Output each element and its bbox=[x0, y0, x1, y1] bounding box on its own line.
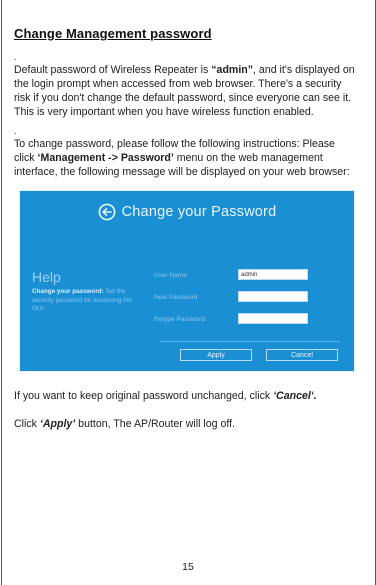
retype-password-field[interactable] bbox=[238, 313, 308, 324]
paragraph-marker: . bbox=[14, 126, 17, 137]
para3-pre: If you want to keep original password un… bbox=[14, 390, 274, 402]
para4-post: button, The AP/Router will log off. bbox=[75, 418, 236, 430]
paragraph-marker: . bbox=[14, 52, 17, 63]
paragraph-apply: Click ‘Apply’ button, The AP/Router will… bbox=[14, 417, 356, 431]
retype-password-label: Retype Password bbox=[154, 316, 205, 323]
menu-path: ‘Management -> Password’ bbox=[37, 152, 174, 164]
form-divider bbox=[160, 341, 340, 342]
paragraph-default-password: Default password of Wireless Repeater is… bbox=[14, 63, 356, 119]
new-password-field[interactable] bbox=[238, 291, 308, 302]
page-border-left bbox=[1, 0, 2, 585]
new-password-label: New Password bbox=[154, 294, 198, 301]
page-content: Change Management password . Default pas… bbox=[14, 26, 356, 431]
page-number: 15 bbox=[182, 561, 194, 573]
user-name-label: User Name bbox=[154, 272, 187, 279]
help-text: Change your password: Set the security p… bbox=[32, 288, 142, 314]
help-bold: Change your password: bbox=[32, 288, 104, 295]
section-title: Change Management password bbox=[14, 26, 212, 41]
apply-button[interactable]: Apply bbox=[180, 349, 252, 361]
paragraph-cancel: If you want to keep original password un… bbox=[14, 389, 356, 403]
help-heading: Help bbox=[32, 269, 61, 285]
cancel-button[interactable]: Cancel bbox=[266, 349, 338, 361]
screenshot-title: Change your Password bbox=[121, 204, 277, 220]
para4-pre: Click bbox=[14, 418, 40, 430]
change-password-screenshot: Change your Password Help Change your pa… bbox=[20, 191, 354, 371]
screenshot-header: Change your Password bbox=[20, 203, 354, 221]
para1-pre: Default password of Wireless Repeater is bbox=[14, 64, 212, 76]
paragraph-instructions: To change password, please follow the fo… bbox=[14, 137, 356, 179]
default-password-value: “admin” bbox=[211, 64, 254, 76]
user-name-field[interactable]: admin bbox=[238, 269, 308, 280]
cancel-reference: ‘Cancel‘. bbox=[273, 390, 317, 402]
apply-reference: ‘Apply’ bbox=[39, 418, 76, 430]
back-arrow-circle-icon[interactable] bbox=[98, 203, 116, 221]
